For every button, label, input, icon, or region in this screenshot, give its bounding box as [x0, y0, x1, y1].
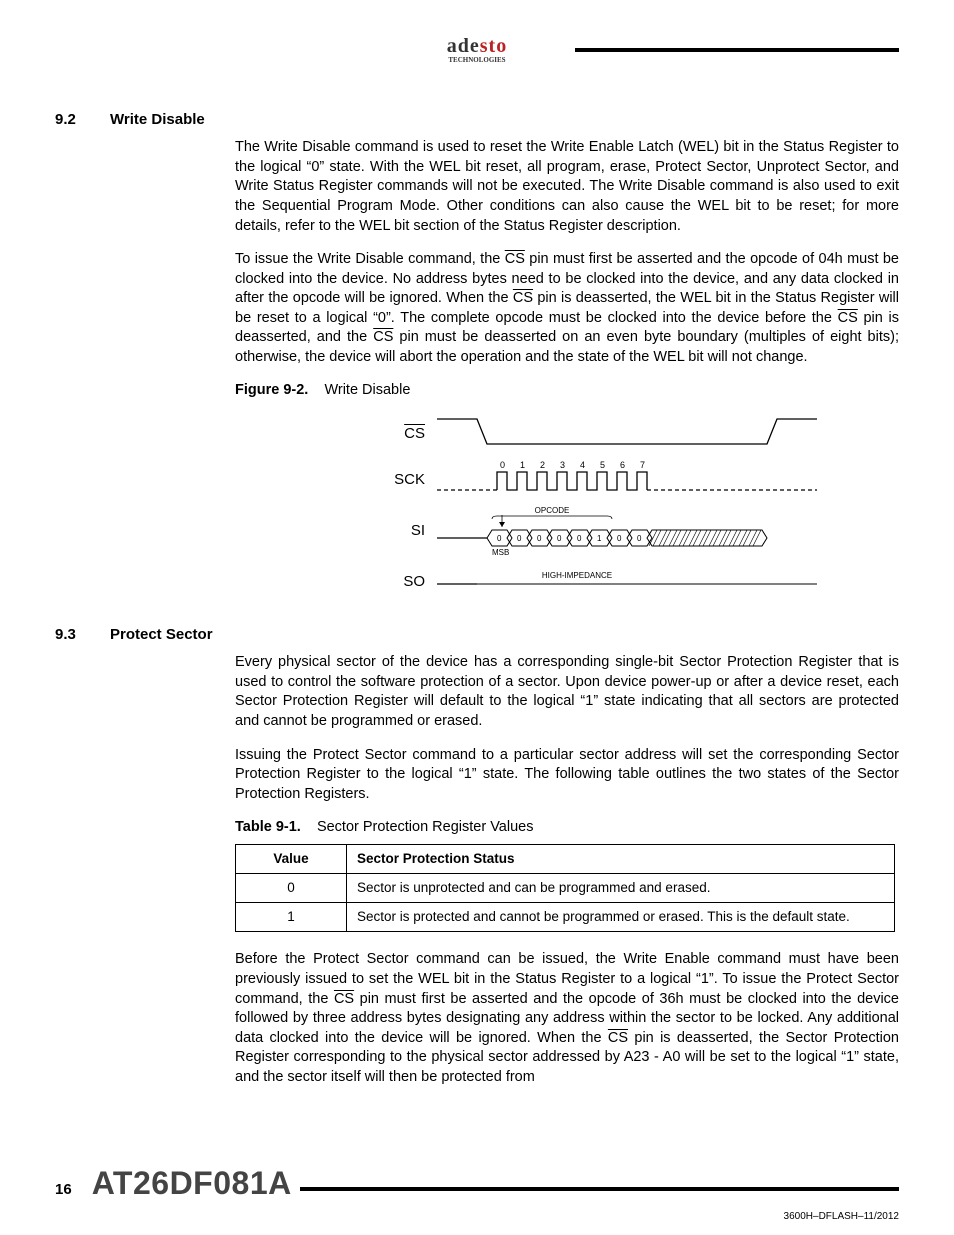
part-number: AT26DF081A	[92, 1162, 292, 1205]
logo-text-1: ade	[447, 35, 480, 57]
table-title: Sector Protection Register Values	[317, 819, 534, 835]
section-number: 9.3	[55, 625, 110, 645]
table-header-value: Value	[236, 844, 347, 873]
section-title: Protect Sector	[110, 625, 213, 645]
cs-pin: CS	[505, 251, 525, 267]
waveform-cs	[437, 414, 817, 454]
signal-label-so: SO	[355, 572, 437, 592]
svg-text:0: 0	[557, 534, 562, 543]
cs-pin: CS	[608, 1030, 628, 1046]
footer-rule	[300, 1187, 899, 1191]
logo: adesto TECHNOLOGIES	[447, 36, 507, 64]
table-cell: Sector is unprotected and can be program…	[347, 873, 895, 902]
section-heading-9-2: 9.2 Write Disable	[55, 110, 899, 130]
cs-pin: CS	[334, 991, 354, 1007]
page-number: 16	[55, 1180, 72, 1200]
paragraph: Every physical sector of the device has …	[235, 653, 899, 731]
section-heading-9-3: 9.3 Protect Sector	[55, 625, 899, 645]
svg-text:3: 3	[560, 460, 565, 470]
figure-label: Figure 9-2.	[235, 382, 308, 398]
table-cell: 1	[236, 903, 347, 932]
svg-text:1: 1	[597, 534, 602, 543]
page-footer: 16 AT26DF081A	[55, 1162, 899, 1205]
waveform-sck: 0 1 2 3 4 5 6 7	[437, 460, 817, 500]
table-row: 0 Sector is unprotected and can be progr…	[236, 873, 895, 902]
waveform-si: OPCODE	[437, 503, 817, 559]
cs-pin: CS	[513, 290, 533, 306]
svg-text:5: 5	[600, 460, 605, 470]
svg-text:0: 0	[617, 534, 622, 543]
table-label: Table 9-1.	[235, 819, 301, 835]
paragraph: Before the Protect Sector command can be…	[235, 950, 899, 1087]
cs-pin: CS	[373, 329, 393, 345]
figure-caption: Figure 9-2. Write Disable	[235, 381, 899, 401]
svg-text:HIGH-IMPEDANCE: HIGH-IMPEDANCE	[542, 571, 612, 580]
svg-text:4: 4	[580, 460, 585, 470]
table-caption: Table 9-1. Sector Protection Register Va…	[235, 818, 899, 838]
table-header-status: Sector Protection Status	[347, 844, 895, 873]
signal-label-sck: SCK	[355, 470, 437, 490]
svg-text:2: 2	[540, 460, 545, 470]
waveform-so: HIGH-IMPEDANCE	[437, 562, 817, 602]
section-number: 9.2	[55, 110, 110, 130]
svg-text:MSB: MSB	[492, 548, 509, 557]
page-header: adesto TECHNOLOGIES	[55, 30, 899, 70]
logo-subtext: TECHNOLOGIES	[447, 57, 507, 64]
document-id: 3600H–DFLASH–11/2012	[784, 1210, 899, 1224]
section-title: Write Disable	[110, 110, 205, 130]
table-cell: 0	[236, 873, 347, 902]
svg-text:OPCODE: OPCODE	[535, 506, 570, 515]
paragraph: The Write Disable command is used to res…	[235, 138, 899, 236]
header-rule	[575, 48, 899, 52]
svg-text:0: 0	[497, 534, 502, 543]
timing-diagram: CS SCK 0 1 2	[355, 411, 899, 605]
figure-title: Write Disable	[324, 382, 410, 398]
svg-text:1: 1	[520, 460, 525, 470]
svg-text:0: 0	[517, 534, 522, 543]
paragraph: Issuing the Protect Sector command to a …	[235, 746, 899, 805]
table-cell: Sector is protected and cannot be progra…	[347, 903, 895, 932]
svg-text:6: 6	[620, 460, 625, 470]
protection-table: Value Sector Protection Status 0 Sector …	[235, 844, 895, 933]
svg-text:0: 0	[500, 460, 505, 470]
table-row: 1 Sector is protected and cannot be prog…	[236, 903, 895, 932]
logo-text-2: sto	[480, 35, 507, 57]
cs-pin: CS	[838, 310, 858, 326]
paragraph: To issue the Write Disable command, the …	[235, 250, 899, 367]
signal-label-si: SI	[355, 521, 437, 541]
signal-label-cs: CS	[355, 424, 437, 444]
svg-text:0: 0	[577, 534, 582, 543]
svg-text:0: 0	[537, 534, 542, 543]
svg-text:0: 0	[637, 534, 642, 543]
svg-text:7: 7	[640, 460, 645, 470]
